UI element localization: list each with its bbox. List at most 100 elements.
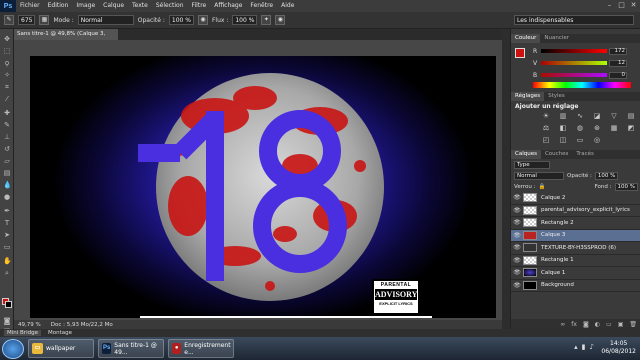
- tab-calques[interactable]: Calques: [511, 150, 541, 159]
- task-recorder[interactable]: ● Enregistrement e...: [168, 339, 234, 358]
- eraser-tool-icon[interactable]: ▱: [3, 157, 11, 165]
- posterize-icon[interactable]: ◰: [541, 136, 551, 145]
- network-icon[interactable]: ▮: [582, 343, 586, 351]
- curves-icon[interactable]: ∿: [575, 112, 585, 121]
- lookup-icon[interactable]: ▦: [609, 124, 619, 133]
- layer-row[interactable]: 👁 Calque 1: [511, 267, 640, 280]
- eye-icon[interactable]: 👁: [511, 244, 523, 251]
- layer-row[interactable]: 👁 TEXTURE-BY-H3SSPROD (6): [511, 242, 640, 255]
- link-icon[interactable]: ∞: [560, 321, 565, 328]
- menu-edition[interactable]: Edition: [44, 0, 73, 12]
- tab-reglages[interactable]: Réglages: [511, 92, 545, 101]
- fx-icon[interactable]: fx: [571, 321, 577, 328]
- brightness-icon[interactable]: ☀: [541, 112, 551, 121]
- green-slider[interactable]: [541, 61, 607, 65]
- lock-icon[interactable]: 🔒: [538, 184, 545, 190]
- layer-name[interactable]: Rectangle 1: [541, 257, 574, 263]
- eye-icon[interactable]: 👁: [511, 232, 523, 239]
- group-icon[interactable]: ▭: [606, 321, 612, 328]
- layer-row[interactable]: 👁 Background: [511, 280, 640, 292]
- invert-icon[interactable]: ◩: [626, 124, 636, 133]
- document-tab[interactable]: Sans titre-1 @ 49,8% (Calque 3, RVB/8) *: [14, 29, 118, 48]
- mask-icon[interactable]: ◙: [583, 321, 589, 328]
- minimize-icon[interactable]: –: [605, 1, 614, 10]
- color-foreground-swatch[interactable]: [515, 48, 525, 58]
- canvas-area[interactable]: PARENTAL ADVISORY EXPLICIT LYRICS: [14, 40, 502, 320]
- menu-aide[interactable]: Aide: [277, 0, 298, 12]
- tab-styles[interactable]: Styles: [544, 92, 569, 101]
- layer-name[interactable]: Calque 3: [541, 232, 565, 238]
- arrow-up-icon[interactable]: ▴: [574, 343, 578, 351]
- pressure-size-icon[interactable]: ◉: [275, 15, 286, 25]
- clock[interactable]: 14:05 06/08/2012: [601, 340, 636, 356]
- menu-calque[interactable]: Calque: [99, 0, 128, 12]
- tab-nuancier[interactable]: Nuancier: [540, 34, 573, 43]
- hue-icon[interactable]: ▤: [626, 112, 636, 121]
- stamp-tool-icon[interactable]: ⊥: [3, 133, 11, 141]
- layer-row[interactable]: 👁 Calque 2: [511, 192, 640, 205]
- brush-tool-icon[interactable]: ✎: [3, 121, 11, 129]
- menu-affichage[interactable]: Affichage: [210, 0, 246, 12]
- collapsed-panel-dock[interactable]: [502, 29, 510, 329]
- dodge-tool-icon[interactable]: ●: [3, 193, 11, 201]
- red-value[interactable]: 172: [609, 47, 627, 55]
- mixer-icon[interactable]: ⊛: [592, 124, 602, 133]
- fill-field[interactable]: 100 %: [614, 182, 638, 191]
- menu-fenetre[interactable]: Fenêtre: [246, 0, 277, 12]
- blue-value[interactable]: 0: [609, 71, 627, 79]
- tab-montage[interactable]: Montage: [45, 330, 75, 336]
- menu-selection[interactable]: Sélection: [152, 0, 188, 12]
- layer-name[interactable]: TEXTURE-BY-H3SSPROD (6): [541, 245, 616, 251]
- workspace-select[interactable]: Les indispensables: [514, 15, 634, 25]
- layer-name[interactable]: Calque 1: [541, 270, 565, 276]
- quick-select-tool-icon[interactable]: ✧: [3, 71, 11, 79]
- eye-icon[interactable]: 👁: [511, 282, 523, 289]
- quick-mask-icon[interactable]: ◙: [3, 317, 11, 325]
- history-brush-tool-icon[interactable]: ↺: [3, 145, 11, 153]
- color-spectrum-bar[interactable]: [533, 82, 631, 88]
- brush-tool-icon[interactable]: ✎: [4, 15, 14, 25]
- layer-row[interactable]: 👁 Rectangle 2: [511, 217, 640, 230]
- type-tool-icon[interactable]: T: [3, 219, 11, 227]
- move-tool-icon[interactable]: ✥: [3, 35, 11, 43]
- mode-select[interactable]: Normal: [77, 15, 134, 25]
- vibrance-icon[interactable]: ▽: [609, 112, 619, 121]
- brush-panel-icon[interactable]: ▦: [39, 15, 50, 25]
- opacity-field[interactable]: 100 %: [168, 15, 194, 25]
- layer-row[interactable]: 👁 Rectangle 1: [511, 255, 640, 267]
- crop-tool-icon[interactable]: ⌗: [3, 83, 11, 91]
- eye-icon[interactable]: 👁: [511, 257, 523, 264]
- menu-fichier[interactable]: Fichier: [16, 0, 44, 12]
- levels-icon[interactable]: ▥: [558, 112, 568, 121]
- exposure-icon[interactable]: ◪: [592, 112, 602, 121]
- layer-filter-select[interactable]: Type: [514, 160, 550, 169]
- start-button[interactable]: [2, 338, 24, 359]
- layer-name[interactable]: Background: [541, 282, 574, 288]
- menu-texte[interactable]: Texte: [128, 0, 152, 12]
- zoom-level[interactable]: 49,79 %: [18, 322, 41, 328]
- layer-name[interactable]: Rectangle 2: [541, 220, 574, 226]
- new-layer-icon[interactable]: ▣: [618, 321, 624, 328]
- balance-icon[interactable]: ⚖: [541, 124, 551, 133]
- healing-tool-icon[interactable]: ✚: [3, 109, 11, 117]
- blur-tool-icon[interactable]: 💧: [3, 181, 12, 189]
- task-wallpaper[interactable]: ▭ wallpaper: [28, 339, 94, 358]
- zoom-tool-icon[interactable]: ⌕: [3, 269, 11, 277]
- menu-filtre[interactable]: Filtre: [188, 0, 211, 12]
- photofilter-icon[interactable]: ◍: [575, 124, 585, 133]
- eyedropper-tool-icon[interactable]: ⁄: [3, 95, 11, 103]
- blend-mode-select[interactable]: Normal: [514, 171, 564, 180]
- layer-opacity-field[interactable]: 100 %: [594, 171, 619, 180]
- red-slider[interactable]: [541, 49, 607, 53]
- lasso-tool-icon[interactable]: ϙ: [3, 59, 11, 67]
- adjustment-layer-icon[interactable]: ◐: [595, 321, 600, 328]
- brush-size-field[interactable]: 675: [18, 15, 36, 25]
- gradientmap-icon[interactable]: ▭: [575, 136, 585, 145]
- layer-row[interactable]: 👁 parental_advisory_explicit_lyrics: [511, 205, 640, 217]
- bw-icon[interactable]: ◧: [558, 124, 568, 133]
- close-icon[interactable]: ✕: [629, 1, 638, 10]
- threshold-icon[interactable]: ◫: [558, 136, 568, 145]
- layer-name[interactable]: parental_advisory_explicit_lyrics: [541, 207, 630, 213]
- eye-icon[interactable]: 👁: [511, 194, 523, 201]
- airbrush-icon[interactable]: ✦: [261, 15, 272, 25]
